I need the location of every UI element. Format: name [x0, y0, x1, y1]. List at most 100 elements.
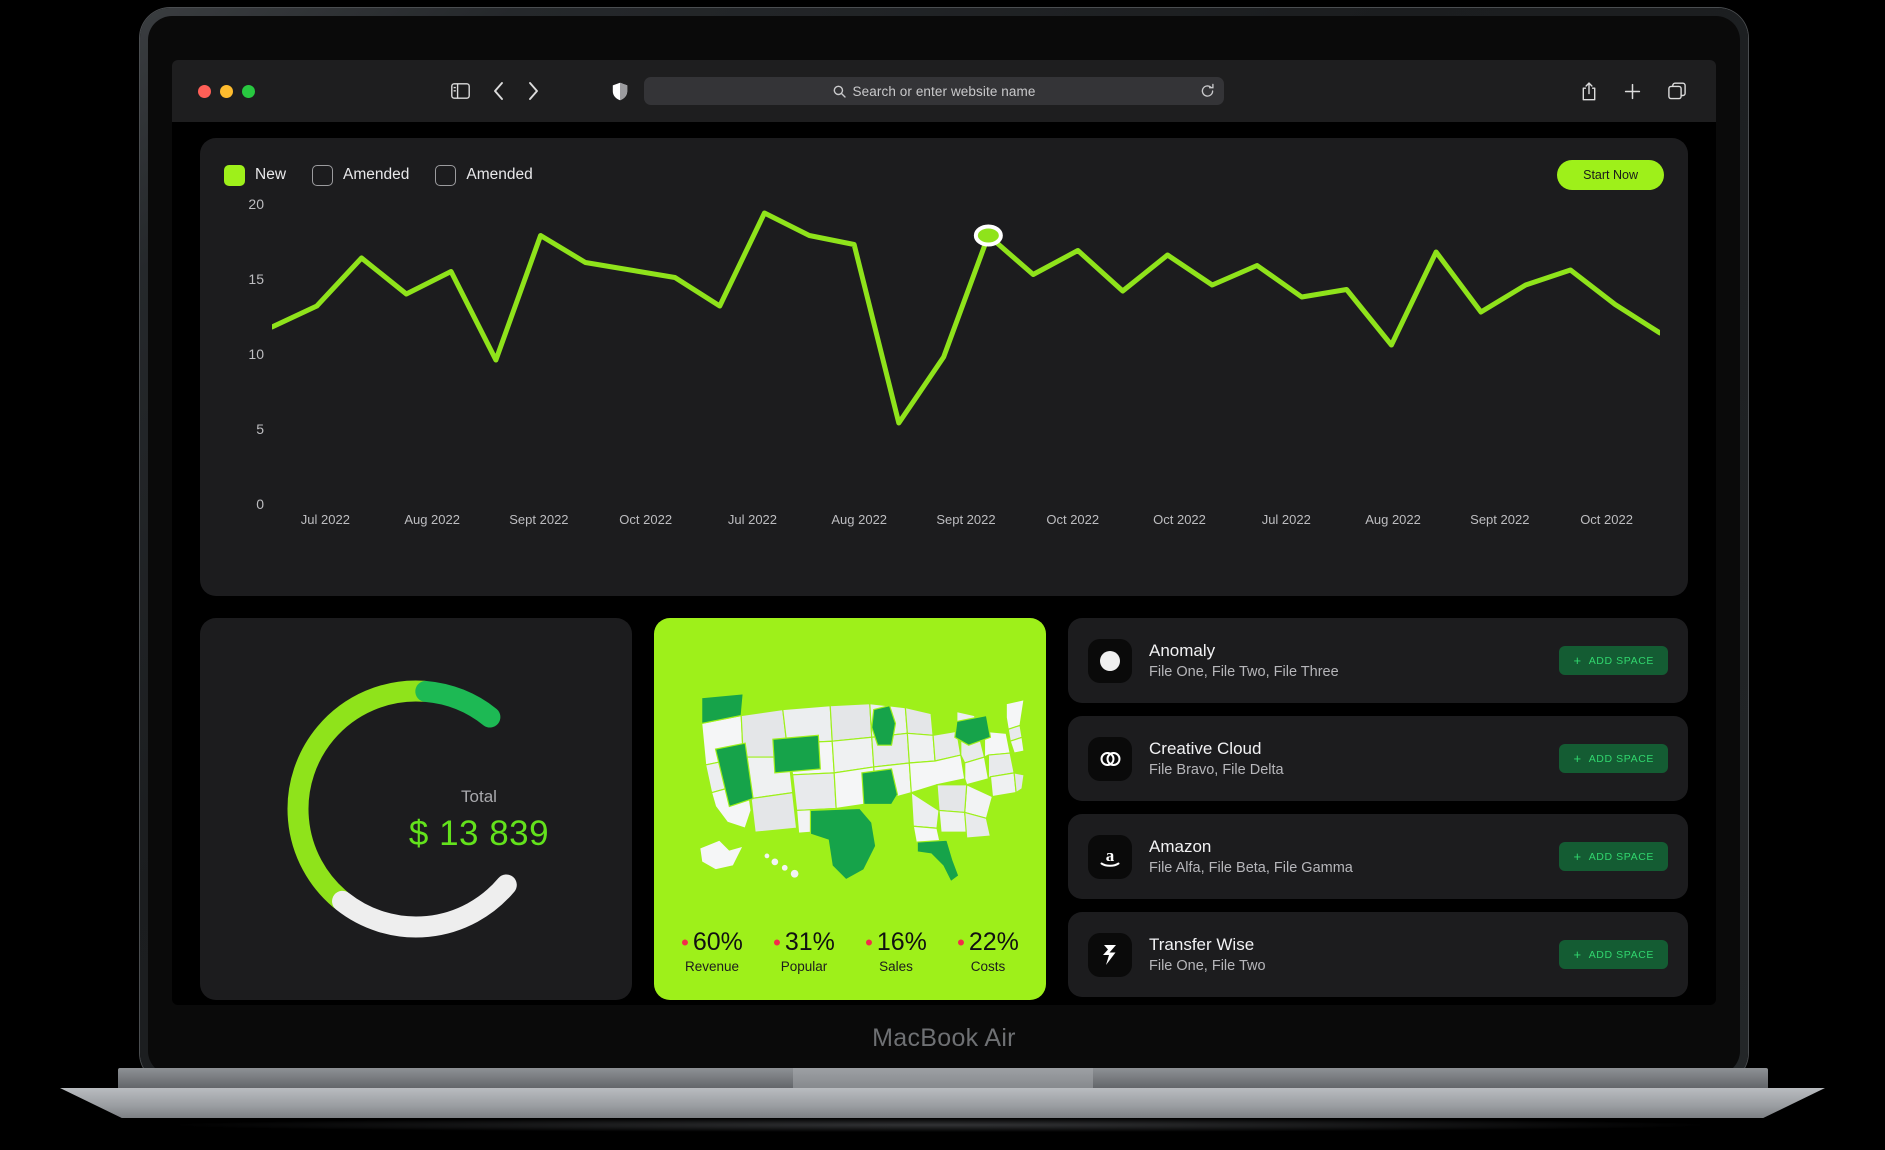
state-texas — [810, 809, 875, 880]
toolbar-right-icons — [1581, 82, 1686, 101]
map-stat-label: Sales — [850, 959, 942, 974]
y-axis: 20151050 — [224, 204, 264, 504]
macbook-air-device: Search or enter website name — [140, 8, 1748, 1083]
add-space-button[interactable]: +ADD SPACE — [1559, 646, 1668, 675]
chart-line-svg — [272, 204, 1660, 504]
map-stat-value: •16% — [850, 928, 942, 957]
x-axis-tick: Sept 2022 — [913, 512, 1020, 527]
app-item-text: AmazonFile Alfa, File Beta, File Gamma — [1149, 837, 1353, 876]
x-axis-tick: Jul 2022 — [699, 512, 806, 527]
state-missouri — [862, 769, 898, 805]
x-axis-tick: Aug 2022 — [1340, 512, 1447, 527]
app-item-text: Creative Cloud File Bravo, File Delta — [1149, 739, 1284, 778]
app-item-name: Creative Cloud — [1149, 739, 1284, 759]
creative-cloud-icon — [1088, 737, 1132, 781]
app-list: AnomalyFile One, File Two, File Three + AD… — [1068, 618, 1688, 1000]
dashboard-bottom-row: Total $ 13 839 — [200, 618, 1688, 1000]
us-map-card: •60%Revenue•31%Popular•16%Sales•22%Costs — [654, 618, 1046, 1000]
app-item-text: AnomalyFile One, File Two, File Three — [1149, 641, 1339, 680]
app-item-files: File Bravo, File Delta — [1149, 762, 1284, 778]
address-bar-text: Search or enter website name — [833, 84, 1036, 99]
map-stat-number: 22% — [969, 928, 1019, 957]
reload-icon[interactable] — [1200, 84, 1215, 99]
amazon-icon: a — [1088, 835, 1132, 879]
bullet-icon: • — [773, 936, 781, 949]
state-colorado — [773, 736, 820, 774]
share-icon[interactable] — [1581, 82, 1597, 101]
map-stat-number: 31% — [785, 928, 835, 957]
zoom-window-button[interactable] — [242, 85, 255, 98]
x-axis-tick: Aug 2022 — [379, 512, 486, 527]
address-bar-placeholder: Search or enter website name — [853, 84, 1036, 99]
browser-toolbar: Search or enter website name — [172, 60, 1716, 122]
plus-icon: + — [1573, 850, 1581, 863]
x-axis-tick: Oct 2022 — [1126, 512, 1233, 527]
legend-label: Amended — [466, 166, 532, 184]
app-list-item[interactable]: a AmazonFile Alfa, File Beta, File Gamma +… — [1068, 814, 1688, 899]
line-chart-card: New Amended Amended Start Now — [200, 138, 1688, 596]
map-stat: •31%Popular — [758, 928, 850, 974]
sidebar-icon[interactable] — [451, 83, 470, 99]
map-stat: •16% Sales — [850, 928, 942, 974]
laptop-hinge — [118, 1068, 1768, 1090]
chart-marker — [272, 204, 1660, 504]
app-item-name: Amazon — [1149, 837, 1353, 857]
app-list-item[interactable]: Transfer WiseFile One, File Two + ADD SPAC… — [1068, 912, 1688, 997]
map-stat-label: Costs — [942, 959, 1034, 974]
plus-icon: + — [1573, 948, 1581, 961]
x-axis-tick: Oct 2022 — [1019, 512, 1126, 527]
x-axis-tick: Aug 2022 — [806, 512, 913, 527]
anomaly-icon — [1088, 639, 1132, 683]
state-wisconsin — [872, 706, 896, 746]
legend-item-new[interactable]: New — [224, 165, 286, 186]
close-window-button[interactable] — [198, 85, 211, 98]
add-space-label: ADD SPACE — [1589, 949, 1654, 961]
add-space-button[interactable]: +ADD SPACE — [1559, 744, 1668, 773]
search-icon — [833, 85, 846, 98]
bullet-icon: • — [681, 936, 689, 949]
laptop-lid: Search or enter website name — [140, 8, 1748, 1083]
device-brand-label: MacBook Air — [140, 1024, 1748, 1053]
app-list-item[interactable]: Creative Cloud File Bravo, File Delta +ADD… — [1068, 716, 1688, 801]
plus-icon: + — [1573, 752, 1581, 765]
add-space-label: ADD SPACE — [1589, 851, 1654, 863]
legend-item-amended-2[interactable]: Amended — [435, 165, 532, 186]
forward-button[interactable] — [527, 81, 540, 101]
legend-label: New — [255, 166, 286, 184]
start-now-button[interactable]: Start Now — [1557, 160, 1664, 190]
chart-legend: New Amended Amended Start Now — [224, 160, 1664, 190]
app-item-name: Transfer Wise — [1149, 935, 1266, 955]
laptop-base-notch — [793, 1068, 1093, 1090]
map-stat: • 22% Costs — [942, 928, 1034, 974]
plus-icon[interactable] — [1624, 83, 1641, 100]
x-axis-tick: Sept 2022 — [1446, 512, 1553, 527]
shield-icon[interactable] — [612, 82, 628, 101]
y-axis-tick: 20 — [248, 196, 264, 212]
y-axis-tick: 15 — [248, 271, 264, 287]
app-item-text: Transfer WiseFile One, File Two — [1149, 935, 1266, 974]
donut-chart: Total $ 13 839 — [266, 659, 566, 959]
legend-item-amended-1[interactable]: Amended — [312, 165, 409, 186]
minimize-window-button[interactable] — [220, 85, 233, 98]
address-bar[interactable]: Search or enter website name — [644, 77, 1224, 105]
back-button[interactable] — [492, 81, 505, 101]
bullet-icon: • — [957, 936, 965, 949]
legend-checkbox-checked[interactable] — [224, 165, 245, 186]
state-florida — [917, 840, 959, 882]
plus-icon: + — [1573, 654, 1581, 667]
y-axis-tick: 0 — [256, 496, 264, 512]
app-list-item[interactable]: AnomalyFile One, File Two, File Three +AD… — [1068, 618, 1688, 703]
x-axis-tick: Oct 2022 — [592, 512, 699, 527]
y-axis-tick: 5 — [256, 421, 264, 437]
add-space-button[interactable]: + ADD SPACE — [1559, 842, 1668, 871]
map-stat: •60%Revenue — [666, 928, 758, 974]
donut-center-text: Total $ 13 839 — [374, 787, 584, 854]
x-axis-tick: Sept 2022 — [486, 512, 593, 527]
tab-overview-icon[interactable] — [1668, 82, 1686, 100]
legend-checkbox-unchecked[interactable] — [435, 165, 456, 186]
add-space-button[interactable]: + ADD SPACE — [1559, 940, 1668, 969]
legend-checkbox-unchecked[interactable] — [312, 165, 333, 186]
window-controls[interactable] — [198, 85, 255, 98]
donut-total-amount: $ 13 839 — [374, 814, 584, 854]
us-map — [654, 618, 1046, 928]
